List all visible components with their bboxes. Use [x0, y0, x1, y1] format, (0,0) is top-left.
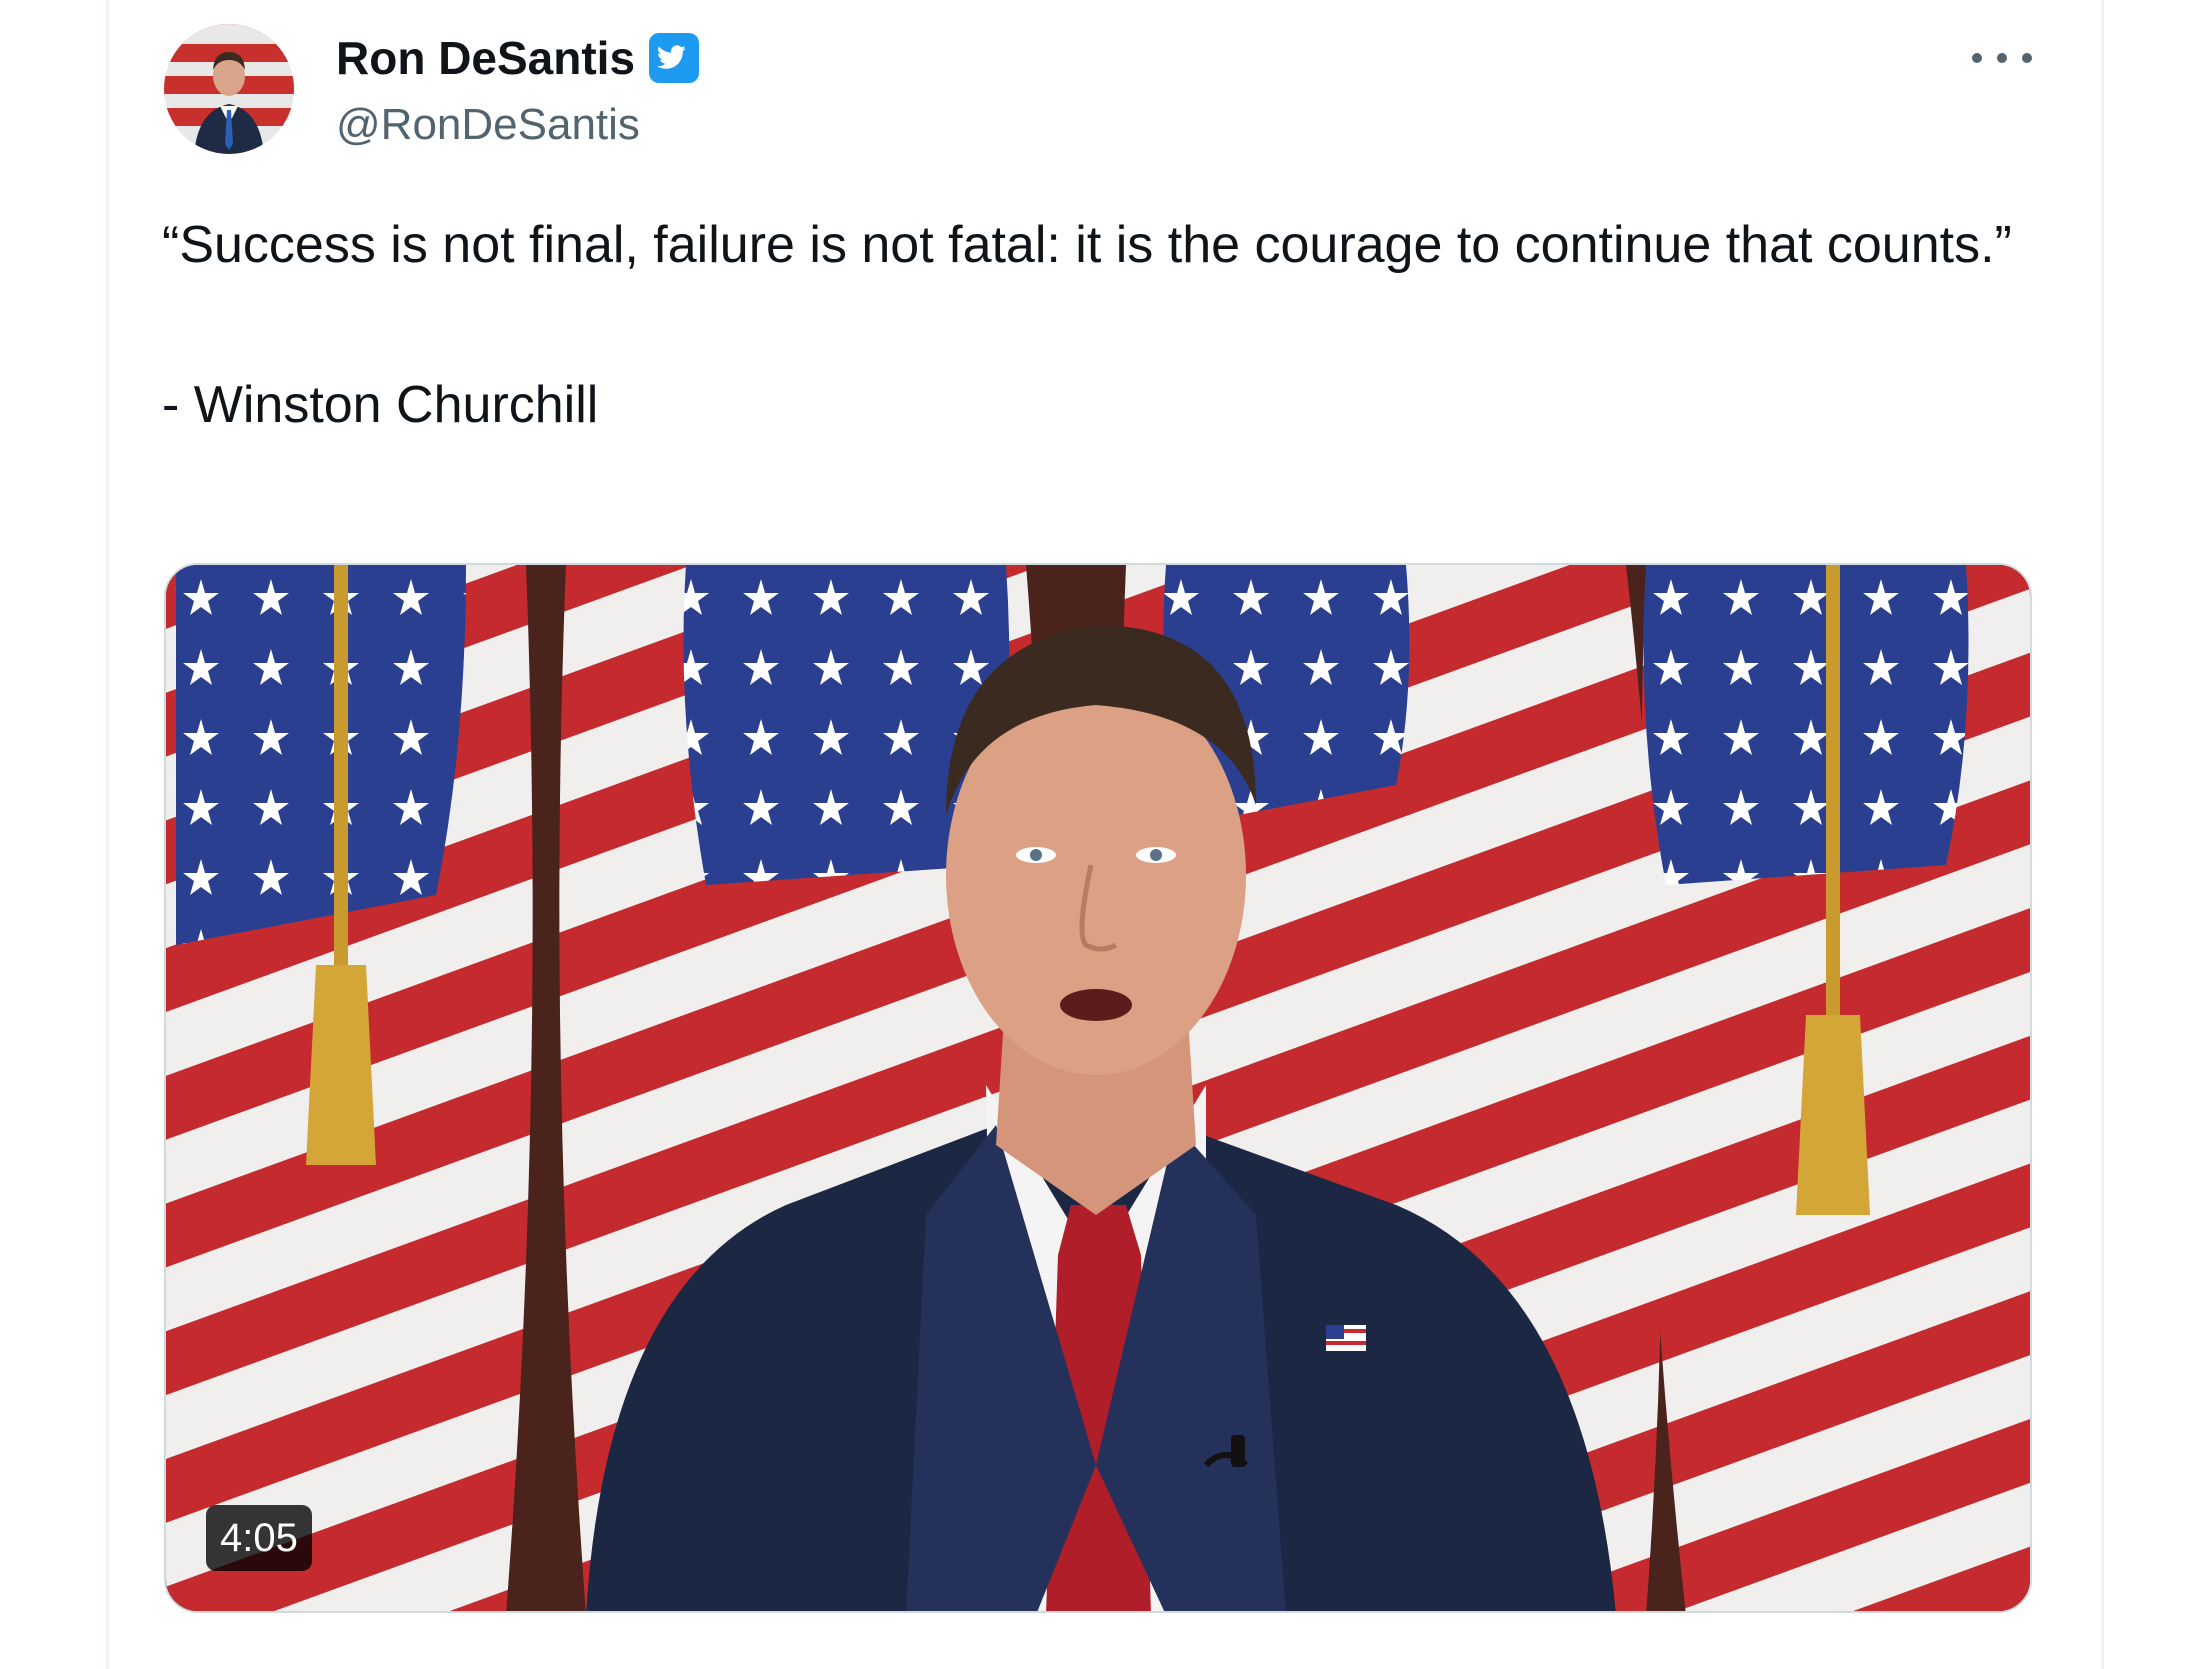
more-dot	[2022, 53, 2032, 63]
display-name[interactable]: Ron DeSantis	[336, 30, 635, 86]
tweet-text: “Success is not final, failure is not fa…	[162, 216, 2012, 434]
video-duration: 4:05	[206, 1505, 312, 1571]
avatar-image	[164, 24, 294, 154]
author-handle[interactable]: @RonDeSantis	[336, 98, 640, 152]
more-dot	[1972, 53, 1982, 63]
video-thumbnail	[166, 565, 2030, 1611]
more-dot	[1997, 53, 2007, 63]
video-player[interactable]: 4:05	[164, 563, 2032, 1613]
page: Ron DeSantis @RonDeSantis “Success is no…	[0, 0, 2200, 1669]
verified-badge-icon	[647, 31, 701, 85]
author-name-row: Ron DeSantis	[336, 30, 701, 86]
avatar[interactable]	[164, 24, 294, 154]
more-options-icon[interactable]	[1972, 40, 2032, 76]
